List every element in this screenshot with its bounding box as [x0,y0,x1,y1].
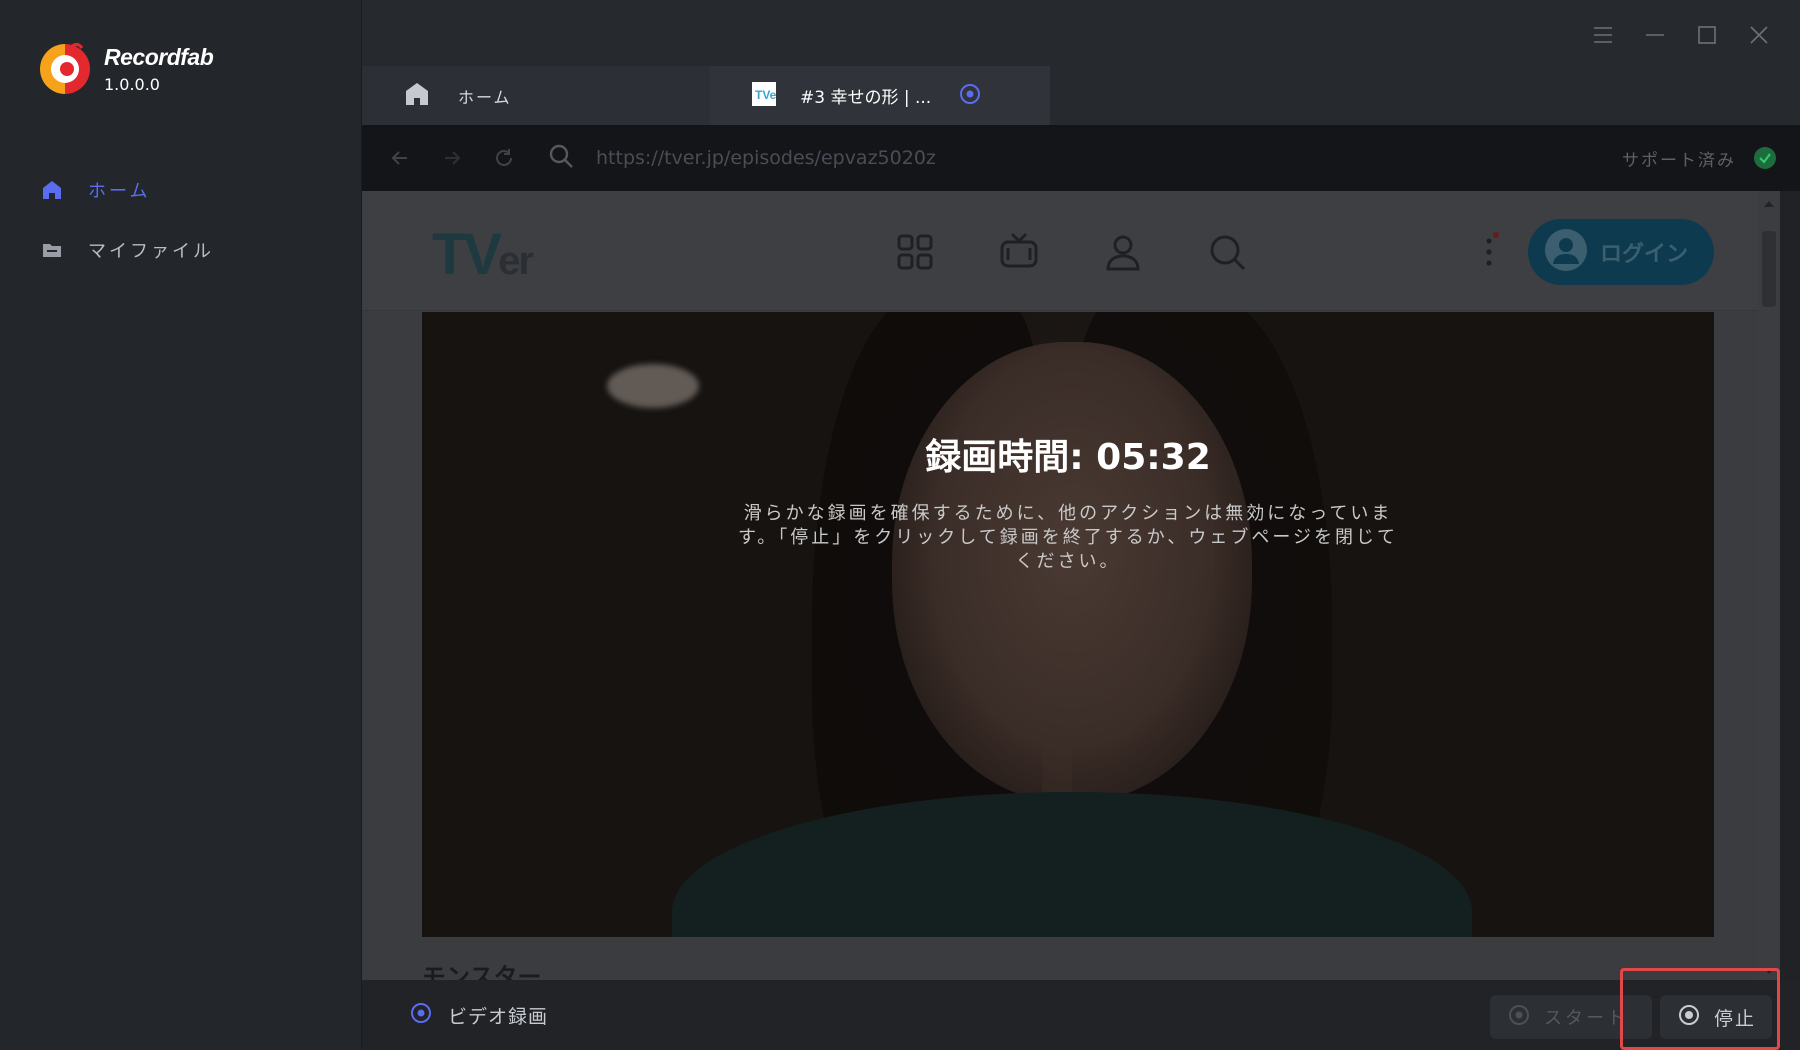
tver-logo-tv: TV [432,222,502,287]
support-label: サポート済み [1622,150,1736,171]
video-record-icon [410,1002,432,1028]
sidebar-item-my-files[interactable]: マイファイル [0,220,362,280]
home-icon [40,178,64,202]
tver-login-button[interactable]: ログイン [1528,219,1714,285]
url-text: https://tver.jp/episodes/epvaz5020z [596,147,936,169]
folder-icon [40,238,64,262]
stop-label: 停止 [1714,1007,1757,1030]
scroll-up-icon[interactable] [1763,199,1775,209]
recordfab-logo-icon [36,40,94,98]
recording-time: 録画時間: 05:32 [925,437,1211,478]
tver-favicon-icon: TVe [752,81,777,110]
minimize-icon[interactable] [1642,22,1668,48]
tv-icon[interactable] [996,229,1042,275]
tver-logo-er: er [498,239,534,283]
check-icon [1754,147,1776,169]
sidebar: Recordfab 1.0.0.0 ホーム マイファイル [0,0,362,1050]
more-options-icon[interactable] [1480,229,1500,275]
back-button[interactable] [376,134,424,182]
user-icon[interactable] [1100,229,1146,275]
tver-header: TVer ログイン [362,191,1780,311]
recording-message: 滑らかな録画を確保するために、他のアクションは無効になっています。「停止」をクリ… [738,503,1398,572]
app-version: 1.0.0.0 [104,75,160,94]
tab-home[interactable]: ホーム [362,66,710,125]
svg-text:TVe: TVe [755,88,776,102]
tab-tver-episode[interactable]: TVe #3 幸せの形 | ... [710,66,1050,125]
stop-button[interactable]: 停止 [1660,995,1772,1039]
search-icon [548,143,574,173]
video-record-label: ビデオ録画 [448,1005,549,1028]
scroll-down-icon[interactable] [1763,966,1775,976]
recording-icon [959,83,981,109]
tab-label: #3 幸せの形 | ... [800,88,932,108]
scrollbar-thumb[interactable] [1762,231,1776,307]
tab-label: ホーム [458,87,512,107]
app-logo: Recordfab 1.0.0.0 [36,40,214,98]
url-field[interactable]: https://tver.jp/episodes/epvaz5020z [548,125,936,191]
tver-nav-icons [892,229,1250,275]
login-label: ログイン [1600,242,1689,267]
menu-icon[interactable] [1590,22,1616,48]
home-icon [404,81,430,111]
bottom-bar: ビデオ録画 スタート 停止 [362,980,1800,1050]
recording-overlay: 録画時間: 05:32 滑らかな録画を確保するために、他のアクションは無効になっ… [422,312,1714,937]
app-name: Recordfab [104,44,214,70]
close-icon[interactable] [1746,22,1772,48]
scrollbar[interactable] [1758,191,1780,980]
forward-button[interactable] [428,134,476,182]
stop-icon [1678,1004,1700,1030]
sidebar-nav: ホーム マイファイル [0,160,362,280]
video-player: 録画時間: 05:32 滑らかな録画を確保するために、他のアクションは無効になっ… [422,312,1714,937]
tver-logo[interactable]: TVer [432,221,534,288]
maximize-icon[interactable] [1694,22,1720,48]
support-status: サポート済み [1622,125,1776,191]
program-title: モンスター [422,963,542,980]
grid-icon[interactable] [892,229,938,275]
window-controls [1590,22,1772,48]
user-avatar-icon [1544,228,1588,276]
title-bar: ホーム TVe #3 幸せの形 | ... [362,0,1800,125]
reload-button[interactable] [480,134,528,182]
web-content: TVer ログイン 録画時間: 05:32 滑らかな録画を確保するために、他のア… [362,191,1780,980]
sidebar-item-label: マイファイル [88,241,214,262]
search-icon[interactable] [1204,229,1250,275]
address-bar: https://tver.jp/episodes/epvaz5020z サポート… [362,125,1800,191]
sidebar-item-home[interactable]: ホーム [0,160,362,220]
start-button[interactable]: スタート [1490,995,1652,1039]
sidebar-item-label: ホーム [88,181,151,202]
start-label: スタート [1544,1008,1628,1029]
record-icon [1508,1004,1530,1030]
tab-bar: ホーム TVe #3 幸せの形 | ... [362,66,1050,125]
